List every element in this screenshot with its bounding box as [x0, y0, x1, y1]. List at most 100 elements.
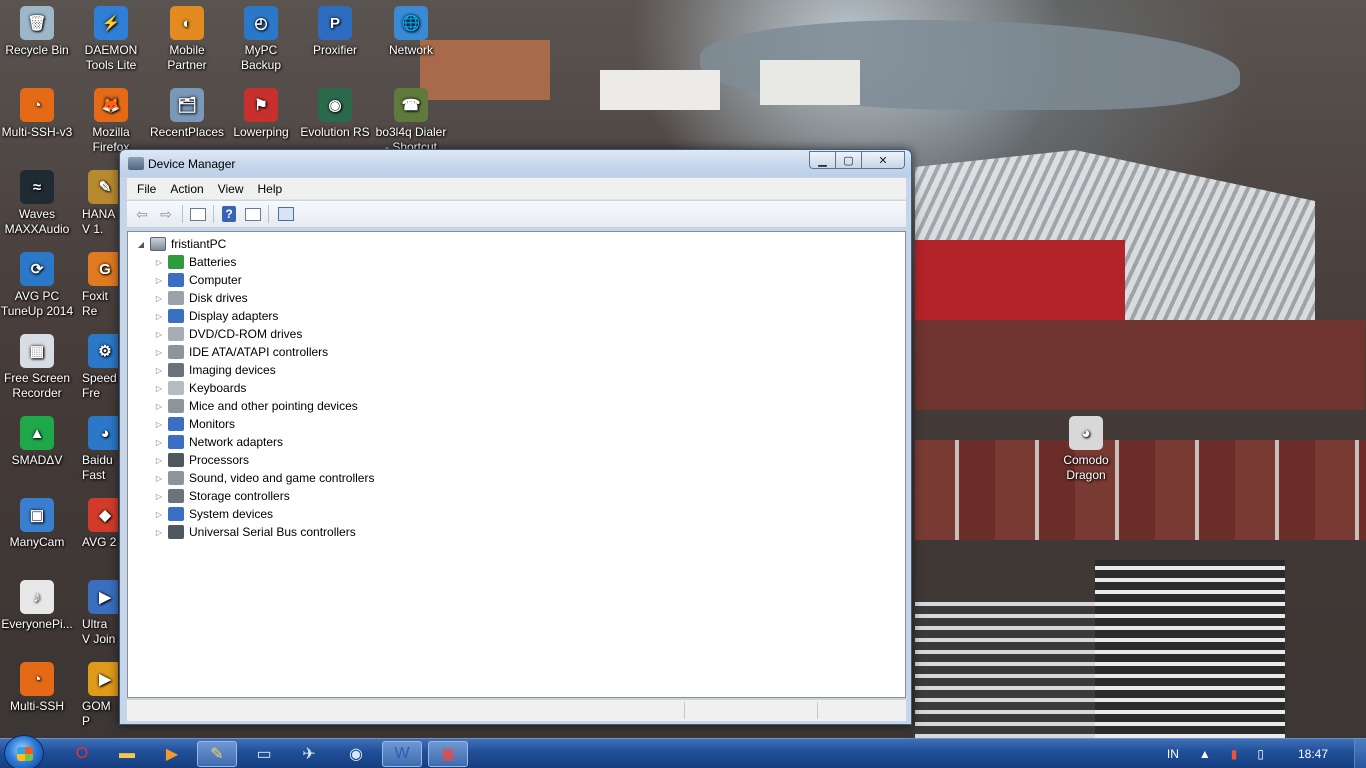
show-hide-console-tree-icon[interactable]	[190, 207, 206, 221]
desktop-icon[interactable]: ▣ ManyCam	[0, 498, 74, 550]
window-app-icon[interactable]: ▭	[244, 741, 284, 767]
desktop-icon[interactable]: 🗑 Recycle Bin	[0, 6, 74, 58]
expand-arrow-icon[interactable]: ▷	[154, 492, 164, 501]
desktop-icon[interactable]: ◔ Multi-SSH	[0, 662, 74, 714]
expand-arrow-icon[interactable]: ▷	[154, 312, 164, 321]
desktop-icon[interactable]: 🦊 Mozilla Firefox	[74, 88, 148, 155]
tree-category[interactable]: ▷ Keyboards	[136, 379, 374, 397]
desktop-icon[interactable]: ◕ Baidu Fast	[74, 416, 118, 483]
language-indicator[interactable]: IN	[1167, 747, 1179, 761]
expand-arrow-icon[interactable]: ▷	[154, 330, 164, 339]
expand-arrow-icon[interactable]: ▷	[154, 438, 164, 447]
desktop-icon[interactable]: ⚙ Speed Fre	[74, 334, 118, 401]
tree-category[interactable]: ▷ System devices	[136, 505, 374, 523]
desktop-icon[interactable]: ◐ Mobile Partner	[150, 6, 224, 73]
tree-category-label: Imaging devices	[189, 363, 276, 377]
tree-category[interactable]: ▷ Processors	[136, 451, 374, 469]
maximize-button[interactable]: ▢	[835, 151, 861, 169]
close-button[interactable]: ✕	[861, 151, 905, 169]
desktop-icon[interactable]: G Foxit Re	[74, 252, 118, 319]
desktop-icon[interactable]: ▲ SMADΔV	[0, 416, 74, 468]
start-button[interactable]	[4, 735, 44, 768]
menu-view[interactable]: View	[212, 182, 250, 196]
tree-category[interactable]: ▷ Sound, video and game controllers	[136, 469, 374, 487]
properties-icon[interactable]	[245, 207, 261, 221]
menu-action[interactable]: Action	[164, 182, 209, 196]
desktop-icon[interactable]: ✎ HANA V 1.	[74, 170, 118, 237]
expand-arrow-icon[interactable]: ▷	[154, 276, 164, 285]
device-tree: ◢ fristiantPC ▷ Batteries ▷ Computer ▷ Disk d…	[136, 235, 374, 541]
tree-category[interactable]: ▷ Network adapters	[136, 433, 374, 451]
expand-arrow-icon[interactable]: ▷	[154, 474, 164, 483]
explorer-folder-icon[interactable]: ▬	[107, 741, 147, 767]
tree-category[interactable]: ▷ Display adapters	[136, 307, 374, 325]
collapse-arrow-icon[interactable]: ◢	[136, 240, 146, 249]
tree-category[interactable]: ▷ Mice and other pointing devices	[136, 397, 374, 415]
show-hidden-icons-icon[interactable]: ▲	[1199, 747, 1211, 761]
tree-category[interactable]: ▷ Imaging devices	[136, 361, 374, 379]
network-tool-icon[interactable]: ✈	[289, 741, 329, 767]
desktop-icon[interactable]: ▶ GOM P	[74, 662, 118, 729]
forward-arrow-icon[interactable]: ⇨	[155, 204, 177, 224]
tree-category[interactable]: ▷ Disk drives	[136, 289, 374, 307]
expand-arrow-icon[interactable]: ▷	[154, 366, 164, 375]
desktop-icon[interactable]: ▶ Ultra V Join	[74, 580, 118, 647]
help-icon[interactable]: ?	[222, 206, 236, 222]
tree-category[interactable]: ▷ Batteries	[136, 253, 374, 271]
desktop-icon[interactable]: ▦ Free Screen Recorder	[0, 334, 74, 401]
media-player-icon[interactable]: ▶	[152, 741, 192, 767]
device-tree-pane[interactable]: ◢ fristiantPC ▷ Batteries ▷ Computer ▷ Disk d…	[127, 231, 906, 698]
desktop-icon[interactable]: ⚡ DAEMON Tools Lite	[74, 6, 148, 73]
tree-category[interactable]: ▷ Monitors	[136, 415, 374, 433]
desktop-icon-label: HANA V 1.	[82, 207, 115, 236]
tree-root[interactable]: ◢ fristiantPC	[136, 235, 374, 253]
scan-hardware-changes-icon[interactable]	[278, 207, 294, 221]
baidu-icon: ◕	[88, 416, 118, 450]
desktop-icon[interactable]: ◴ MyPC Backup	[224, 6, 298, 73]
minimize-button[interactable]: ▁	[809, 151, 835, 169]
desktop-icon[interactable]: ♪ EveryonePi...	[0, 580, 74, 632]
expand-arrow-icon[interactable]: ▷	[154, 384, 164, 393]
desktop-icon[interactable]: ◆ AVG 2	[74, 498, 118, 550]
signal-strength-icon[interactable]: ▮	[1231, 747, 1238, 761]
desktop-icon[interactable]: P Proxifier	[298, 6, 372, 58]
battery-tray-icon[interactable]: ▯	[1257, 747, 1264, 761]
menu-file[interactable]: File	[131, 182, 162, 196]
expand-arrow-icon[interactable]: ▷	[154, 456, 164, 465]
clock[interactable]: 18:47	[1298, 747, 1328, 761]
show-desktop-button[interactable]	[1354, 739, 1366, 768]
tree-category[interactable]: ▷ Computer	[136, 271, 374, 289]
expand-arrow-icon[interactable]: ▷	[154, 348, 164, 357]
desktop-icon[interactable]: ◕ Comodo Dragon	[1049, 416, 1123, 483]
tree-category[interactable]: ▷ IDE ATA/ATAPI controllers	[136, 343, 374, 361]
expand-arrow-icon[interactable]: ▷	[154, 258, 164, 267]
desktop-icon[interactable]: ≈ Waves MAXXAudio	[0, 170, 74, 237]
opera-icon[interactable]: O	[62, 741, 102, 767]
recycle-bin-icon: 🗑	[20, 6, 54, 40]
expand-arrow-icon[interactable]: ▷	[154, 294, 164, 303]
back-arrow-icon[interactable]: ⇦	[131, 204, 153, 224]
desktop-icon[interactable]: ⟳ AVG PC TuneUp 2014	[0, 252, 74, 319]
desktop-icon[interactable]: ⚑ Lowerping	[224, 88, 298, 140]
word-icon[interactable]: W	[382, 741, 422, 767]
tree-category[interactable]: ▷ DVD/CD-ROM drives	[136, 325, 374, 343]
pen-tool-icon[interactable]: ✎	[197, 741, 237, 767]
menu-help[interactable]: Help	[252, 182, 289, 196]
computer-icon	[150, 237, 166, 251]
desktop-icon[interactable]: ◔ Multi-SSH-v3	[0, 88, 74, 140]
device-manager-task-icon[interactable]: ▣	[428, 741, 468, 767]
title-bar[interactable]: Device Manager ▁ ▢ ✕	[120, 150, 911, 177]
expand-arrow-icon[interactable]: ▷	[154, 528, 164, 537]
device-manager-window[interactable]: Device Manager ▁ ▢ ✕ File Action View He…	[119, 149, 912, 725]
tree-category[interactable]: ▷ Storage controllers	[136, 487, 374, 505]
desktop-icon[interactable]: 🌐 Network	[374, 6, 448, 58]
tree-category[interactable]: ▷ Universal Serial Bus controllers	[136, 523, 374, 541]
desktop-icon[interactable]: ☎ bo3l4q Dialer - Shortcut	[374, 88, 448, 155]
wallpaper-houses	[915, 440, 1366, 540]
desktop-icon[interactable]: 🗂 RecentPlaces	[150, 88, 224, 140]
expand-arrow-icon[interactable]: ▷	[154, 510, 164, 519]
desktop-icon[interactable]: ◉ Evolution RS	[298, 88, 372, 140]
expand-arrow-icon[interactable]: ▷	[154, 402, 164, 411]
expand-arrow-icon[interactable]: ▷	[154, 420, 164, 429]
game-icon[interactable]: ◉	[336, 741, 376, 767]
